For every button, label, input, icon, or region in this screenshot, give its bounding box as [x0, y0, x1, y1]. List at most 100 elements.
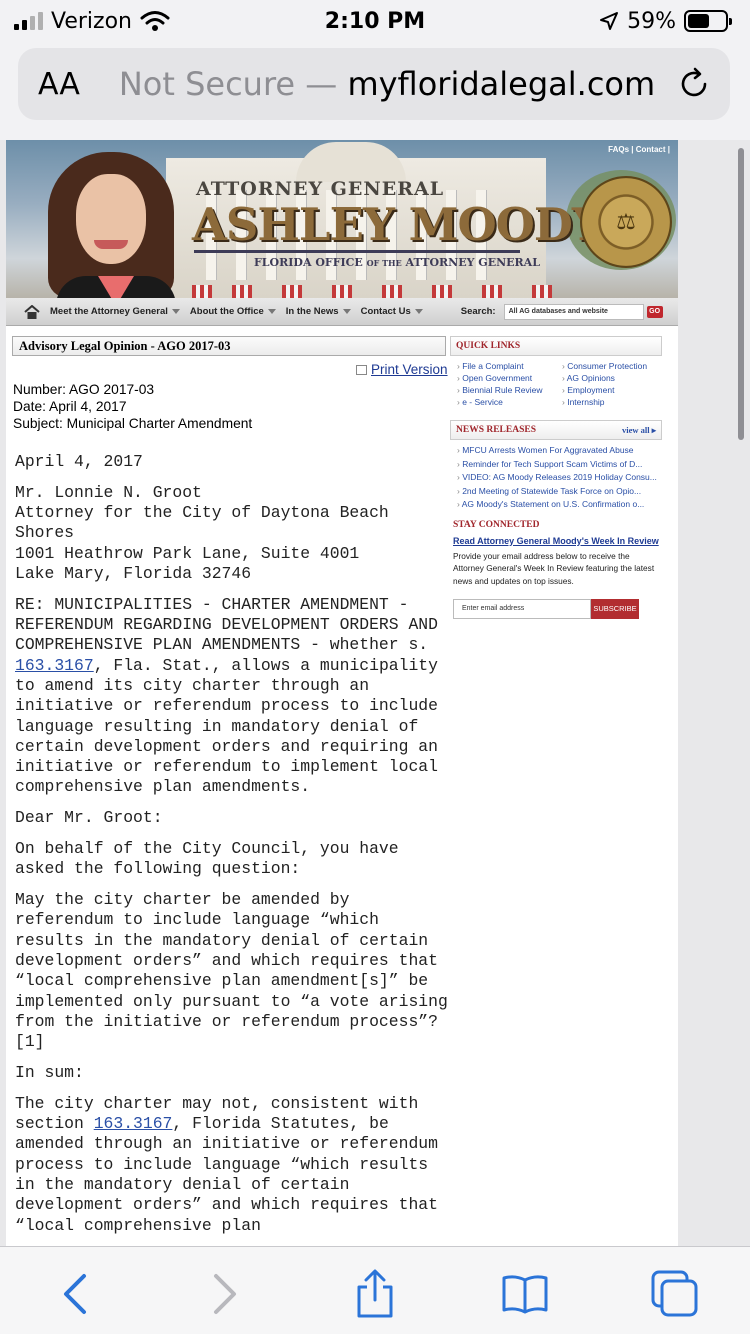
caret-down-icon [171, 309, 180, 314]
stay-connected: STAY CONNECTED Read Attorney General Moo… [450, 520, 662, 588]
print-version-link[interactable]: Print Version [356, 362, 448, 377]
status-bar: Verizon 2:10 PM 59% [0, 0, 750, 42]
address-line: Mr. Lonnie N. Groot [15, 482, 202, 502]
news-releases-header: NEWS RELEASES view all ▸ [450, 420, 662, 440]
quick-link[interactable]: Biennial Rule Review [457, 385, 562, 395]
banner-first-name: ASHLEY [192, 198, 395, 251]
banner-sub-c: ATTORNEY GENERAL [405, 256, 540, 269]
opinion-body: April 4, 2017 Mr. Lonnie N. Groot Attorn… [15, 452, 455, 1246]
caret-down-icon [267, 309, 276, 314]
caret-down-icon [414, 309, 423, 314]
print-label: Print Version [371, 362, 448, 377]
address-line: Lake Mary, Florida 32746 [15, 563, 252, 583]
reload-icon[interactable] [676, 66, 712, 102]
home-icon[interactable] [24, 304, 40, 319]
stay-connected-title: STAY CONNECTED [453, 519, 540, 530]
quick-links-header: QUICK LINKS [450, 336, 662, 356]
top-links[interactable]: FAQs | Contact | [608, 145, 670, 154]
banner-title: ATTORNEY GENERAL [196, 178, 445, 200]
battery-percent: 59% [627, 8, 676, 34]
nav-label: In the News [285, 306, 339, 317]
salutation: Dear Mr. Groot: [15, 808, 163, 828]
text-size-button[interactable]: AA [38, 67, 98, 102]
quick-link[interactable]: Employment [562, 385, 667, 395]
news-item[interactable]: AG Moody's Statement on U.S. Confirmatio… [457, 499, 662, 510]
nav-meet-ag[interactable]: Meet the Attorney General [50, 306, 180, 317]
week-in-review-link[interactable]: Read Attorney General Moody's Week In Re… [453, 536, 662, 546]
text-size-label: AA [38, 66, 80, 102]
statute-link[interactable]: 163.3167 [15, 656, 94, 675]
address-line: Attorney for the City of Daytona Beach S… [15, 503, 389, 543]
opinion-date: Date: April 4, 2017 [13, 399, 127, 414]
view-all-label: view all [621, 425, 650, 435]
email-signup: Enter email address SUBSCRIBE [453, 599, 662, 619]
statute-link[interactable]: 163.3167 [94, 1114, 173, 1133]
banner-last-name: MOODY [408, 198, 604, 251]
quick-link[interactable]: AG Opinions [562, 373, 667, 383]
banner-subtitle: FLORIDA OFFICE OF THE ATTORNEY GENERAL [254, 256, 540, 269]
news-list: MFCU Arrests Women For Aggravated Abuse … [450, 440, 662, 510]
subscribe-button[interactable]: SUBSCRIBE [591, 599, 639, 619]
back-button[interactable] [45, 1269, 105, 1319]
caret-down-icon [342, 309, 351, 314]
question-paragraph: May the city charter be amended by refer… [15, 890, 448, 1052]
quick-link[interactable]: Open Government [457, 373, 562, 383]
view-all-link[interactable]: view all ▸ [622, 425, 656, 435]
site-search-input[interactable]: All AG databases and website [503, 303, 644, 320]
url-label: myfloridalegal.com [347, 65, 656, 103]
nav-news[interactable]: In the News [286, 306, 351, 317]
summary-paragraph: The city charter may not, consistent wit… [15, 1094, 455, 1236]
address-line: 1001 Heathrow Park Lane, Suite 4001 [15, 543, 360, 563]
forward-button[interactable] [195, 1269, 255, 1319]
quick-link[interactable]: Internship [562, 397, 667, 407]
in-sum: In sum: [15, 1063, 84, 1083]
bookmarks-icon [502, 1275, 548, 1314]
carrier-label: Verizon [51, 8, 132, 34]
tabs-button[interactable] [645, 1269, 705, 1319]
search-go-button[interactable]: GO [646, 305, 663, 318]
forward-icon [214, 1274, 236, 1314]
quick-link[interactable]: Consumer Protection [562, 361, 667, 371]
bookmarks-button[interactable] [495, 1269, 555, 1319]
opinion-content: Advisory Legal Opinion - AGO 2017-03 Pri… [12, 336, 450, 1235]
web-viewport[interactable]: ATTORNEY GENERAL ASHLEY MOODY FLORIDA OF… [0, 140, 750, 1246]
battery-icon [684, 10, 732, 32]
scrollbar[interactable] [738, 148, 744, 440]
site-banner: ATTORNEY GENERAL ASHLEY MOODY FLORIDA OF… [6, 140, 678, 298]
print-icon [356, 364, 367, 375]
address-block: Mr. Lonnie N. Groot Attorney for the Cit… [15, 483, 455, 584]
letter-date: April 4, 2017 [15, 452, 143, 471]
news-title: NEWS RELEASES [456, 425, 536, 435]
security-label: Not Secure — [118, 65, 338, 103]
share-icon [357, 1269, 393, 1318]
state-seal-logo: ⚖ [580, 176, 672, 268]
quick-link[interactable]: File a Complaint [457, 361, 562, 371]
back-icon [64, 1274, 86, 1314]
stay-connected-text: Provide your email address below to rece… [453, 550, 655, 586]
nav-label: Meet the Attorney General [50, 306, 168, 317]
quick-link[interactable]: e - Service [457, 397, 562, 407]
nav-label: Contact Us [360, 306, 411, 317]
banner-sub-b: OF THE [366, 258, 402, 268]
sidebar: QUICK LINKS File a Complaint Consumer Pr… [450, 336, 662, 619]
signal-icon [14, 12, 43, 30]
news-item[interactable]: VIDEO: AG Moody Releases 2019 Holiday Co… [457, 472, 662, 483]
browser-toolbar [0, 1246, 750, 1334]
quick-links-title: QUICK LINKS [456, 341, 521, 351]
share-button[interactable] [345, 1269, 405, 1319]
site-nav: Meet the Attorney General About the Offi… [6, 298, 678, 326]
tabs-icon [651, 1270, 698, 1317]
news-item[interactable]: 2nd Meeting of Statewide Task Force on O… [457, 486, 662, 497]
email-field[interactable]: Enter email address [453, 599, 591, 619]
nav-label: About the Office [189, 306, 264, 317]
banner-name: ASHLEY MOODY [192, 198, 604, 251]
nav-about[interactable]: About the Office [190, 306, 276, 317]
url-field[interactable]: Not Secure — myfloridalegal.com [98, 65, 676, 103]
news-item[interactable]: MFCU Arrests Women For Aggravated Abuse [457, 445, 662, 456]
attorney-general-portrait [36, 148, 196, 298]
address-bar[interactable]: AA Not Secure — myfloridalegal.com [18, 48, 730, 120]
quick-links: File a Complaint Consumer Protection Ope… [450, 356, 662, 407]
paragraph: On behalf of the City Council, you have … [15, 839, 399, 879]
news-item[interactable]: Reminder for Tech Support Scam Victims o… [457, 459, 662, 470]
nav-contact[interactable]: Contact Us [361, 306, 423, 317]
